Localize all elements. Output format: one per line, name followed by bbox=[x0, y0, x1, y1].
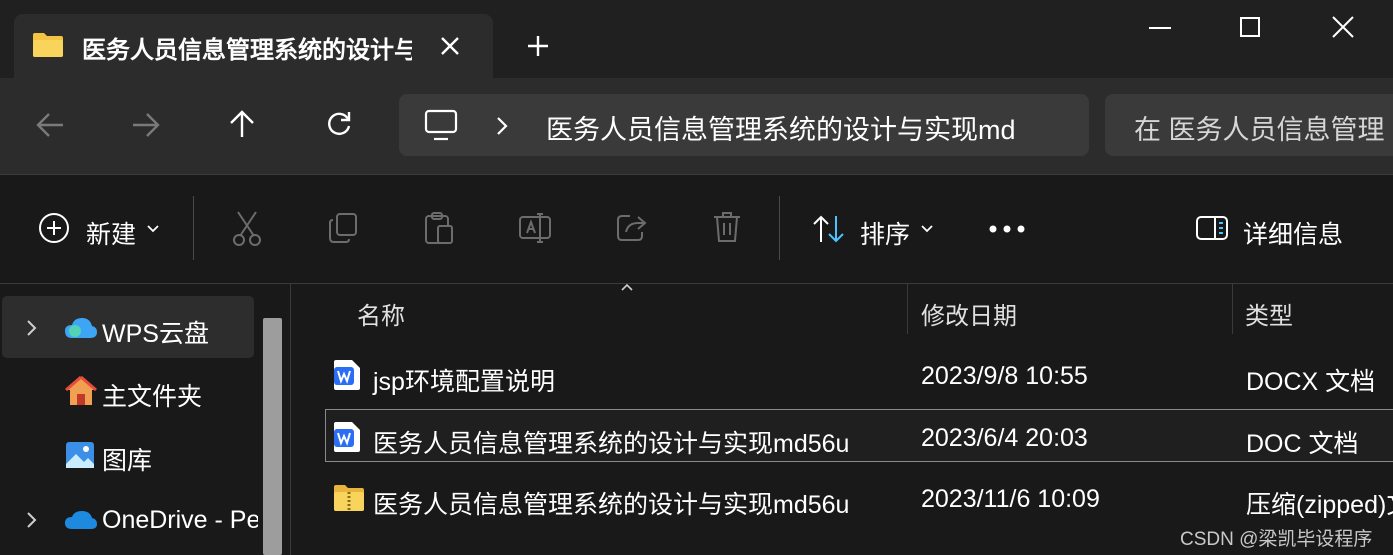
paste-icon[interactable] bbox=[424, 211, 454, 245]
computer-icon bbox=[424, 109, 458, 141]
file-date: 2023/9/8 10:55 bbox=[921, 362, 1088, 390]
more-options-icon[interactable] bbox=[988, 224, 1026, 234]
sidebar-item-label: WPS云盘 bbox=[102, 320, 209, 348]
column-divider[interactable] bbox=[1232, 284, 1233, 334]
details-button[interactable]: 详细信息 bbox=[1243, 215, 1343, 251]
expand-chevron-icon[interactable] bbox=[26, 511, 38, 529]
cut-icon[interactable] bbox=[232, 210, 262, 246]
toolbar-divider bbox=[779, 196, 780, 260]
new-tab-icon[interactable] bbox=[526, 34, 550, 58]
word-icon bbox=[333, 421, 361, 453]
forward-arrow-icon[interactable] bbox=[132, 112, 160, 138]
breadcrumb-chevron-icon[interactable] bbox=[496, 116, 508, 136]
new-button[interactable]: 新建 bbox=[86, 215, 136, 251]
home-icon bbox=[64, 375, 98, 407]
rename-icon[interactable] bbox=[518, 212, 552, 244]
sort-ascending-icon bbox=[620, 283, 634, 291]
column-divider[interactable] bbox=[907, 284, 908, 334]
toolbar-divider bbox=[193, 196, 194, 260]
search-placeholder[interactable]: 在 医务人员信息管理 bbox=[1134, 108, 1385, 147]
details-pane-icon[interactable] bbox=[1195, 215, 1229, 241]
back-arrow-icon[interactable] bbox=[36, 112, 64, 138]
gallery-icon bbox=[64, 440, 96, 470]
file-type: DOCX 文档 bbox=[1246, 368, 1376, 396]
file-name[interactable]: 医务人员信息管理系统的设计与实现md56u bbox=[373, 424, 849, 460]
breadcrumb-current-folder[interactable]: 医务人员信息管理系统的设计与实现md bbox=[546, 108, 1016, 147]
close-tab-icon[interactable] bbox=[438, 34, 462, 58]
sort-icon[interactable] bbox=[812, 214, 846, 244]
copy-icon[interactable] bbox=[328, 212, 358, 244]
cloud-icon bbox=[64, 316, 98, 340]
expand-chevron-icon[interactable] bbox=[26, 319, 38, 337]
sort-button[interactable]: 排序 bbox=[860, 215, 910, 251]
file-date: 2023/6/4 20:03 bbox=[921, 424, 1088, 452]
sidebar-item-home[interactable]: 主文件夹 bbox=[102, 377, 202, 413]
maximize-icon[interactable] bbox=[1240, 17, 1260, 37]
refresh-icon[interactable] bbox=[326, 111, 352, 137]
word-icon bbox=[333, 359, 361, 391]
up-arrow-icon[interactable] bbox=[229, 110, 255, 138]
file-date: 2023/11/6 10:09 bbox=[921, 485, 1100, 513]
command-bar bbox=[0, 174, 1393, 284]
tab-title: 医务人员信息管理系统的设计与实现md56u bbox=[82, 37, 412, 64]
column-header-date[interactable]: 修改日期 bbox=[921, 296, 1017, 331]
share-icon[interactable] bbox=[616, 212, 648, 242]
minimize-icon[interactable] bbox=[1148, 26, 1172, 30]
column-header-name[interactable]: 名称 bbox=[357, 296, 405, 331]
folder-icon bbox=[32, 32, 64, 58]
zip-folder-icon bbox=[333, 484, 365, 512]
onedrive-icon bbox=[64, 509, 98, 531]
new-plus-icon[interactable] bbox=[38, 212, 70, 244]
sort-dropdown-chevron-icon[interactable] bbox=[920, 224, 934, 233]
column-header-type[interactable]: 类型 bbox=[1245, 296, 1293, 331]
new-dropdown-chevron-icon[interactable] bbox=[146, 224, 160, 233]
sidebar-scrollbar[interactable] bbox=[263, 318, 282, 555]
file-name[interactable]: jsp环境配置说明 bbox=[373, 362, 555, 398]
file-type: 压缩(zipped)文 bbox=[1246, 491, 1393, 519]
file-type: DOC 文档 bbox=[1246, 430, 1359, 458]
watermark-text: CSDN @梁凯毕设程序 bbox=[1180, 529, 1373, 550]
sidebar-item-onedrive[interactable]: OneDrive - Pe bbox=[102, 506, 258, 535]
window-close-icon[interactable] bbox=[1332, 16, 1354, 38]
file-name[interactable]: 医务人员信息管理系统的设计与实现md56u bbox=[373, 485, 849, 521]
delete-icon[interactable] bbox=[712, 210, 742, 244]
sidebar-item-gallery[interactable]: 图库 bbox=[102, 441, 152, 477]
